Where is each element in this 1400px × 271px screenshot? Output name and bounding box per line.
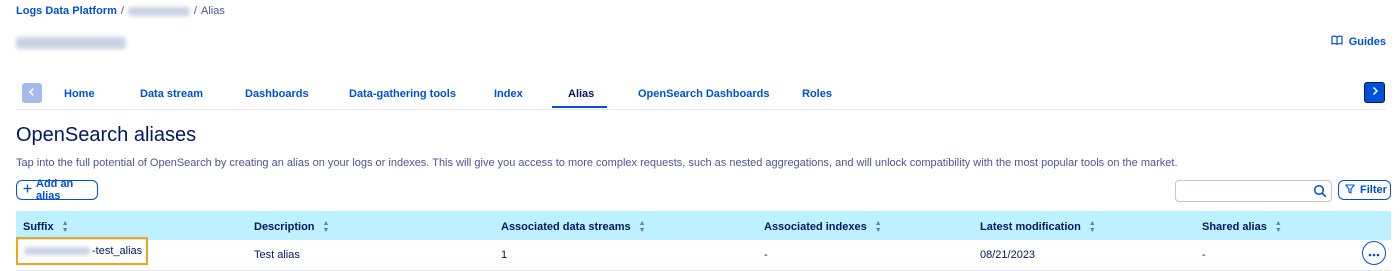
active-tab-indicator — [552, 106, 607, 108]
sort-icon: ▲ ▼ — [638, 220, 646, 234]
column-header-shared-alias[interactable]: Shared alias ▲ ▼ — [1202, 220, 1282, 234]
service-id-heading-redacted — [16, 37, 126, 49]
chevron-left-icon — [28, 87, 36, 100]
table-header: Suffix ▲ ▼ Description ▲ ▼ Associated data… — [16, 211, 1391, 240]
plus-icon — [23, 184, 32, 196]
breadcrumb-root-link[interactable]: Logs Data Platform — [16, 5, 117, 17]
breadcrumb-current: Alias — [200, 5, 225, 17]
data-streams-cell: 1 — [501, 249, 508, 261]
breadcrumb-service-link-redacted[interactable] — [127, 6, 190, 16]
add-alias-button[interactable]: Add an alias — [16, 178, 98, 202]
guides-label: Guides — [1348, 35, 1386, 48]
suffix-cell-highlighted[interactable]: -test_alias — [16, 237, 148, 265]
filter-icon — [1345, 183, 1355, 197]
search-input[interactable] — [1175, 180, 1332, 202]
page-title: OpenSearch aliases — [16, 124, 197, 146]
column-header-data-streams[interactable]: Associated data streams ▲ ▼ — [501, 220, 646, 234]
page-description: Tap into the full potential of OpenSearc… — [16, 157, 1178, 169]
tab-bar: Home Data stream Dashboards Data-gatheri… — [16, 80, 1386, 110]
column-header-suffix[interactable]: Suffix ▲ ▼ — [23, 220, 69, 234]
filter-label: Filter — [1360, 184, 1387, 196]
sort-icon: ▲ ▼ — [1274, 220, 1282, 234]
tab-data-gathering-tools[interactable]: Data-gathering tools — [349, 88, 456, 100]
guides-button[interactable]: Guides — [1331, 35, 1386, 48]
breadcrumb: Logs Data Platform / / Alias — [16, 5, 225, 17]
suffix-value: -test_alias — [92, 245, 143, 257]
row-actions-button[interactable] — [1362, 241, 1386, 265]
latest-modification-cell: 08/21/2023 — [980, 249, 1036, 261]
chevron-right-icon — [1371, 86, 1379, 99]
shared-alias-cell: - — [1202, 249, 1206, 261]
book-icon — [1331, 35, 1343, 48]
more-horizontal-icon — [1368, 246, 1380, 260]
column-header-latest-modification[interactable]: Latest modification ▲ ▼ — [980, 220, 1096, 234]
add-alias-label: Add an alias — [36, 178, 74, 202]
breadcrumb-separator: / — [120, 5, 124, 17]
column-header-description[interactable]: Description ▲ ▼ — [254, 220, 329, 234]
aliases-table: Suffix ▲ ▼ Description ▲ ▼ Associated data… — [16, 211, 1391, 271]
tab-index[interactable]: Index — [494, 88, 523, 100]
sort-icon: ▲ ▼ — [1088, 220, 1096, 234]
filter-button[interactable]: Filter — [1338, 180, 1391, 200]
search-icon[interactable] — [1313, 184, 1327, 203]
indexes-cell: - — [764, 249, 768, 261]
tab-data-stream[interactable]: Data stream — [140, 88, 203, 100]
tab-opensearch-dashboards[interactable]: OpenSearch Dashboards — [638, 88, 769, 100]
breadcrumb-separator: / — [193, 5, 197, 17]
column-header-indexes[interactable]: Associated indexes ▲ ▼ — [764, 220, 882, 234]
table-row: -test_alias Test alias 1 - 08/21/2023 - — [16, 237, 1391, 271]
sort-icon: ▲ ▼ — [61, 220, 69, 234]
tab-scroll-prev-button[interactable] — [22, 83, 42, 103]
sort-icon: ▲ ▼ — [322, 220, 330, 234]
tab-scroll-next-button[interactable] — [1364, 82, 1385, 103]
tab-roles[interactable]: Roles — [802, 88, 832, 100]
suffix-prefix-redacted — [24, 247, 90, 255]
sort-icon: ▲ ▼ — [874, 220, 882, 234]
tab-home[interactable]: Home — [64, 88, 95, 100]
tab-dashboards[interactable]: Dashboards — [245, 88, 309, 100]
description-cell: Test alias — [254, 249, 300, 261]
tab-alias[interactable]: Alias — [568, 88, 594, 100]
